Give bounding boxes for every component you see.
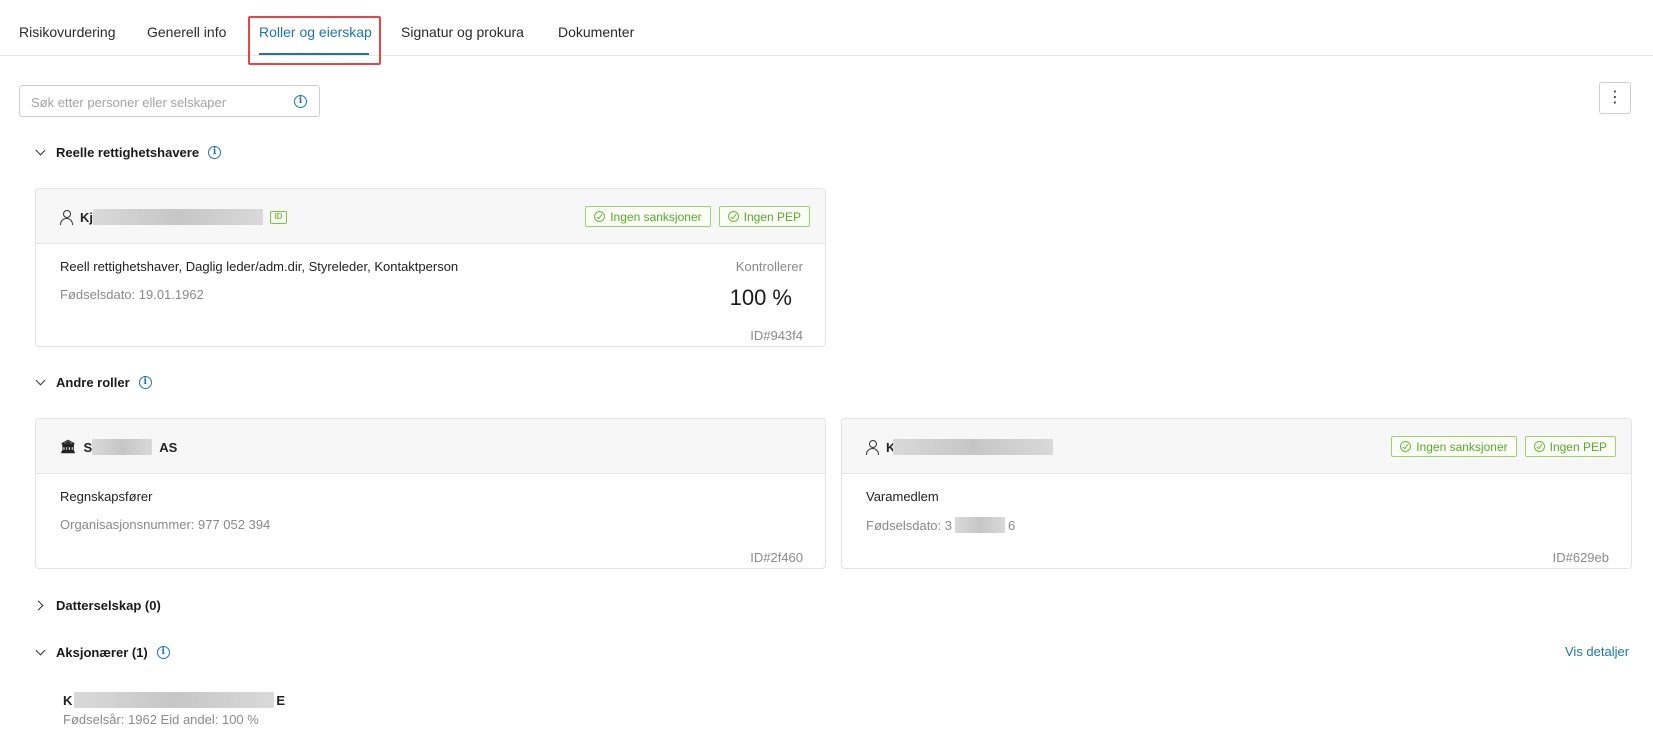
id-card-icon[interactable]: ID xyxy=(270,210,287,224)
section-title: Aksjonærer (1) xyxy=(56,644,148,660)
view-details-link[interactable]: Vis detaljer xyxy=(1565,644,1629,659)
status-badge-sanctions: Ingen sanksjoner xyxy=(585,206,711,227)
beneficial-owner-card[interactable]: Kj ID Ingen sanksjoner Ingen PEP Reell r… xyxy=(35,188,826,347)
bank-icon: 🏛 xyxy=(60,439,77,454)
person-icon xyxy=(60,210,73,225)
status-badge-sanctions: Ingen sanksjoner xyxy=(1391,436,1517,457)
redacted-text xyxy=(893,439,1054,455)
shareholder-meta: Fødselsår: 1962 Eid andel: 100 % xyxy=(63,712,259,727)
redacted-text xyxy=(955,517,1005,533)
redacted-text xyxy=(92,439,153,455)
tab-generell-info[interactable]: Generell info xyxy=(147,24,226,40)
tab-highlight-box xyxy=(248,16,381,65)
company-name: 🏛 S AS xyxy=(60,439,177,455)
birth-date-prefix: Fødselsdato: 3 xyxy=(866,517,952,533)
info-icon[interactable]: i xyxy=(138,375,152,389)
badge-label: Ingen sanksjoner xyxy=(1416,439,1508,454)
check-circle-icon xyxy=(1400,441,1412,452)
info-icon[interactable]: i xyxy=(208,145,222,159)
role-card-accountant[interactable]: 🏛 S AS Regnskapsfører Organisasjonsnumme… xyxy=(35,418,826,569)
info-icon[interactable]: i xyxy=(294,95,307,108)
control-value: 100 % xyxy=(729,285,792,310)
section-header-other-roles[interactable]: Andre roller i xyxy=(35,372,152,392)
status-badge-pep: Ingen PEP xyxy=(718,206,810,227)
card-id: ID#943f4 xyxy=(750,328,803,343)
person-name-text: Kj xyxy=(80,209,93,225)
birth-date-suffix: 6 xyxy=(1008,517,1016,533)
badge-label: Ingen sanksjoner xyxy=(610,209,702,224)
status-badge-pep: Ingen PEP xyxy=(1524,436,1616,457)
card-id: ID#2f460 xyxy=(750,550,803,565)
role-card-deputy[interactable]: K Ingen sanksjoner Ingen PEP Varamedlem … xyxy=(841,418,1632,569)
card-role: Varamedlem xyxy=(866,489,939,504)
search-box: i xyxy=(19,85,320,117)
card-header: 🏛 S AS xyxy=(36,419,825,474)
check-circle-icon xyxy=(1533,441,1545,452)
person-icon xyxy=(866,440,879,455)
company-name-suffix: AS xyxy=(159,439,178,455)
card-birth-date: Fødselsdato: 3 6 xyxy=(866,517,1015,533)
badge-group: Ingen sanksjoner Ingen PEP xyxy=(1391,436,1616,457)
chevron-down-icon xyxy=(35,146,47,158)
card-org-number: Organisasjonsnummer: 977 052 394 xyxy=(60,517,271,532)
tab-dokumenter[interactable]: Dokumenter xyxy=(558,24,634,40)
section-header-shareholders[interactable]: Aksjonærer (1) i xyxy=(35,642,170,662)
shareholder-name-suffix: E xyxy=(276,692,286,708)
card-header: K Ingen sanksjoner Ingen PEP xyxy=(842,419,1631,474)
company-name-text: S xyxy=(83,439,93,455)
chevron-right-icon xyxy=(35,599,47,611)
shareholder-name[interactable]: K E xyxy=(63,692,285,708)
card-role: Regnskapsfører xyxy=(60,489,153,504)
section-title: Reelle rettighetshavere xyxy=(56,144,200,160)
chevron-down-icon xyxy=(35,376,47,388)
section-title: Datterselskap (0) xyxy=(56,597,161,613)
check-circle-icon xyxy=(727,211,739,222)
card-birth-date: Fødselsdato: 19.01.1962 xyxy=(60,287,204,302)
redacted-text xyxy=(93,209,263,225)
more-options-button[interactable]: ⋮ xyxy=(1599,82,1631,114)
person-name: K xyxy=(866,439,1054,455)
section-header-beneficial-owners[interactable]: Reelle rettighetshavere i xyxy=(35,142,222,162)
control-label: Kontrollerer xyxy=(735,259,803,274)
card-id: ID#629eb xyxy=(1552,550,1609,565)
shareholder-name-text: K xyxy=(63,692,73,708)
tab-risikovurdering[interactable]: Risikovurdering xyxy=(19,24,115,40)
person-name: Kj ID xyxy=(60,209,287,225)
section-title: Andre roller xyxy=(56,374,130,390)
redacted-text xyxy=(74,692,275,708)
tab-bar: Risikovurdering Generell info Roller og … xyxy=(0,0,1653,65)
chevron-down-icon xyxy=(35,646,47,658)
badge-label: Ingen PEP xyxy=(1549,439,1607,454)
info-icon[interactable]: i xyxy=(156,645,170,659)
card-header: Kj ID Ingen sanksjoner Ingen PEP xyxy=(36,189,825,244)
badge-label: Ingen PEP xyxy=(743,209,801,224)
badge-group: Ingen sanksjoner Ingen PEP xyxy=(585,206,810,227)
search-input[interactable] xyxy=(31,92,281,112)
check-circle-icon xyxy=(594,211,606,222)
card-roles: Reell rettighetshaver, Daglig leder/adm.… xyxy=(60,259,459,274)
tab-signatur-og-prokura[interactable]: Signatur og prokura xyxy=(401,24,524,40)
section-header-subsidiaries[interactable]: Datterselskap (0) xyxy=(35,595,161,615)
